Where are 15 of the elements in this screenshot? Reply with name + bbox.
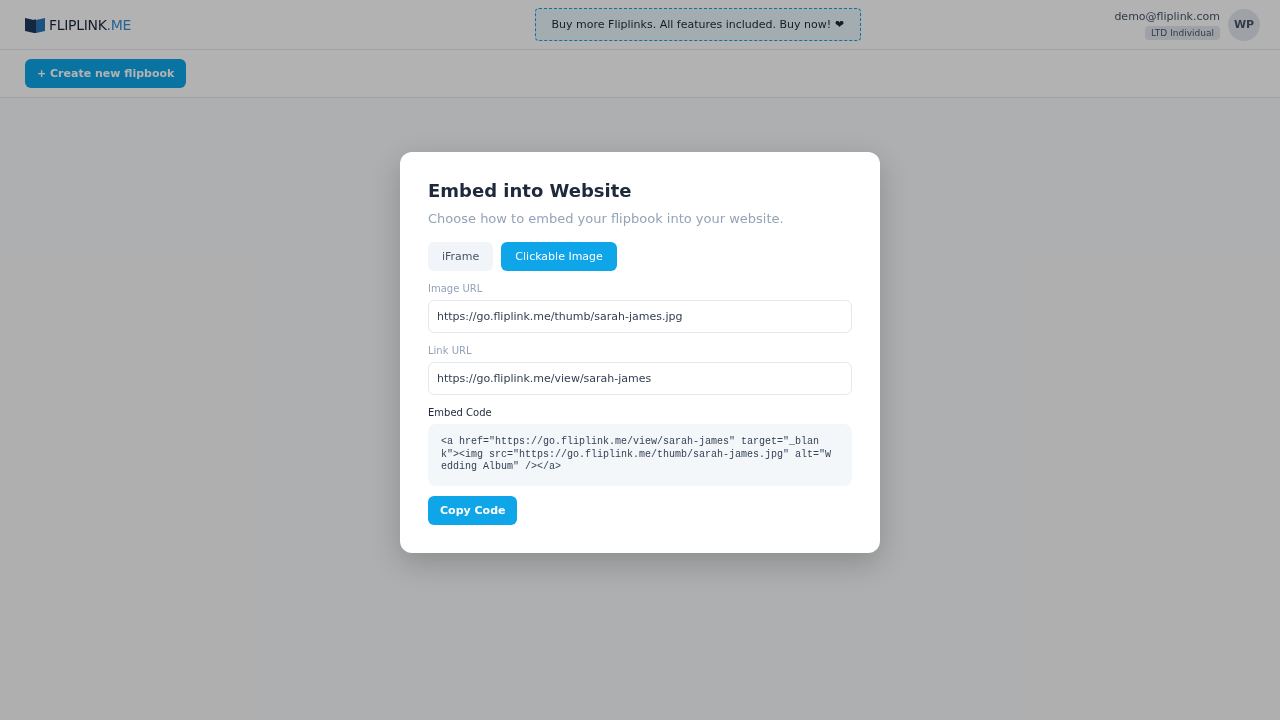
url-field[interactable]: https://go.fliplink.me/thumb/sarah-james.jpg <box>428 300 852 333</box>
url-field[interactable]: https://go.fliplink.me/view/sarah-james <box>428 362 852 395</box>
embed-code: <a href="https://go.fliplink.me/view/sarah-james" target="_blank"><img src="https://go.fliplink.me/thumb/sarah-james.jpg" alt="Wedding Album" /></a> <box>441 436 833 474</box>
dialog-title: Embed into Website <box>428 180 633 201</box>
field-label: Image URL <box>428 283 484 294</box>
dialog-subtitle: Choose how to embed your flipbook into your website. <box>428 211 785 226</box>
promo-banner[interactable]: Buy more Fliplinks. All features included. Buy now! ❤ <box>534 8 861 41</box>
embed-tab[interactable]: iFrame <box>428 242 494 271</box>
book-icon <box>24 15 46 34</box>
code-label: Embed Code <box>428 407 493 418</box>
user-email: demo@fliplink.com <box>1114 9 1220 23</box>
plan-badge: LTD Individual <box>1145 25 1220 40</box>
logo-text: FLIPLINK.ME <box>49 16 132 33</box>
field-label: Link URL <box>428 345 473 356</box>
avatar[interactable]: WP <box>1228 8 1260 41</box>
